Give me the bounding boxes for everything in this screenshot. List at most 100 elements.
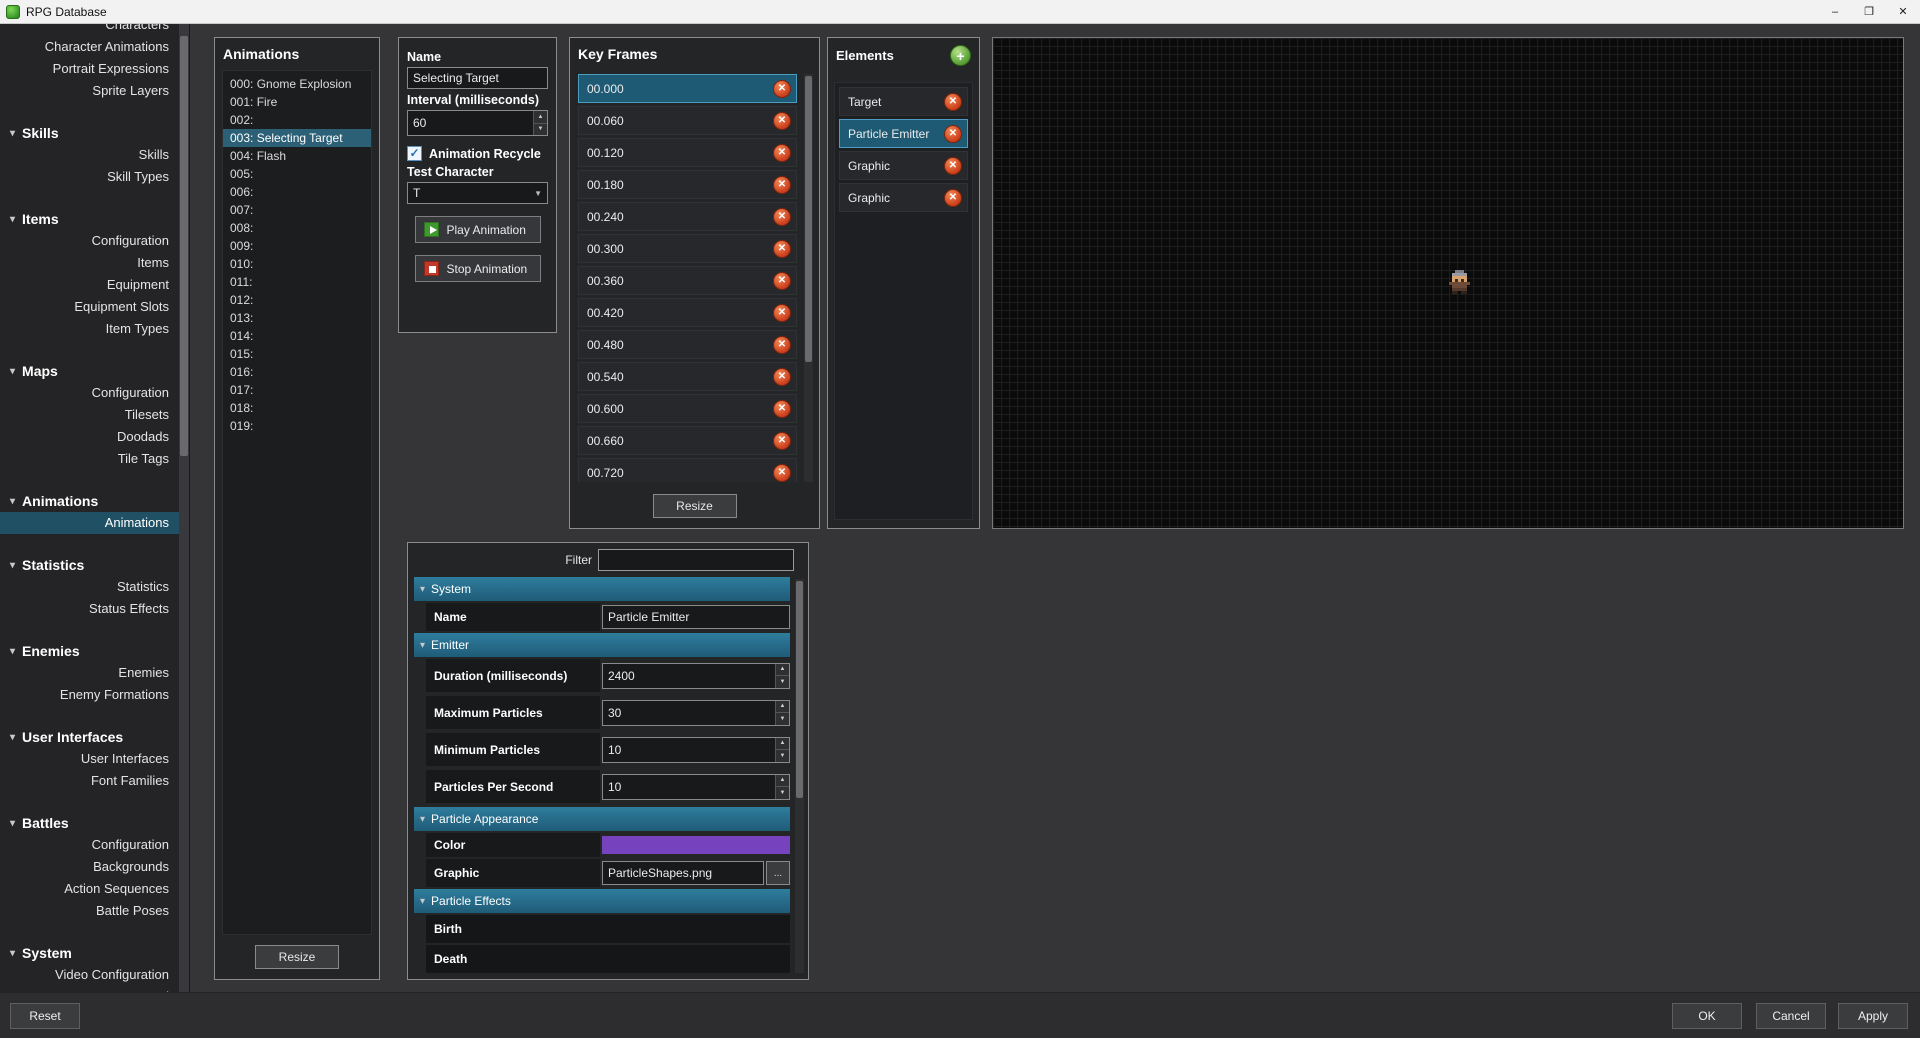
sidebar-item-font-families[interactable]: Font Families [0,770,189,792]
sidebar-item-doodads[interactable]: Doodads [0,426,189,448]
property-section-particle-effects[interactable]: ▾Particle Effects [414,889,790,913]
property-grid-scrollbar-thumb[interactable] [796,581,803,798]
property-group-death[interactable]: Death [426,945,790,973]
sidebar-section-battles[interactable]: ▾Battles [0,812,189,834]
character-sprite[interactable] [1449,270,1452,273]
sidebar-item-items[interactable]: Items [0,252,189,274]
spinner-arrows[interactable]: ▲▼ [775,664,789,688]
color-swatch[interactable] [602,836,790,854]
file-path-input[interactable] [602,861,764,885]
animation-list-item[interactable]: 005: [223,165,371,183]
element-row[interactable]: Graphic✕ [839,151,968,180]
animations-resize-button[interactable]: Resize [255,945,339,969]
spinner-input[interactable] [602,663,790,689]
animation-list-item[interactable]: 011: [223,273,371,291]
browse-button[interactable]: ... [766,861,790,885]
keyframe-row[interactable]: 00.060✕ [578,106,797,135]
spinner-input[interactable] [602,737,790,763]
animation-list-item[interactable]: 015: [223,345,371,363]
stop-animation-button[interactable]: Stop Animation [415,255,541,282]
sidebar-item-enemy-formations[interactable]: Enemy Formations [0,684,189,706]
sidebar-item-configuration[interactable]: Configuration [0,834,189,856]
sidebar-item-item-types[interactable]: Item Types [0,318,189,340]
keyframe-row[interactable]: 00.600✕ [578,394,797,423]
delete-keyframe-button[interactable]: ✕ [773,112,791,130]
sidebar-section-items[interactable]: ▾Items [0,208,189,230]
reset-button[interactable]: Reset [10,1003,80,1029]
property-text-input[interactable] [602,605,790,629]
delete-keyframe-button[interactable]: ✕ [773,208,791,226]
delete-keyframe-button[interactable]: ✕ [773,304,791,322]
animation-list-item[interactable]: 017: [223,381,371,399]
keyframe-row[interactable]: 00.420✕ [578,298,797,327]
sidebar-item-equipment-slots[interactable]: Equipment Slots [0,296,189,318]
spinner-up-icon[interactable]: ▲ [775,701,789,714]
keyframe-row[interactable]: 00.120✕ [578,138,797,167]
delete-keyframe-button[interactable]: ✕ [773,336,791,354]
element-row[interactable]: Particle Emitter✕ [839,119,968,148]
sidebar-item-skills[interactable]: Skills [0,144,189,166]
sidebar-section-enemies[interactable]: ▾Enemies [0,640,189,662]
spinner-arrows[interactable]: ▲▼ [775,738,789,762]
sidebar-item-configuration[interactable]: Configuration [0,382,189,404]
keyframe-row[interactable]: 00.540✕ [578,362,797,391]
sidebar-item-tile-tags[interactable]: Tile Tags [0,448,189,470]
spinner-down-icon[interactable]: ▼ [533,124,547,136]
spinner-up-icon[interactable]: ▲ [533,111,547,124]
spinner-down-icon[interactable]: ▼ [775,750,789,762]
key-frames-scrollbar-thumb[interactable] [805,76,812,362]
sidebar-section-system[interactable]: ▾System [0,942,189,964]
delete-keyframe-button[interactable]: ✕ [773,272,791,290]
sidebar-item-battle-poses[interactable]: Battle Poses [0,900,189,922]
key-frames-scrollbar[interactable] [804,74,813,482]
property-spinner[interactable]: ▲▼ [602,774,790,800]
animation-list-item[interactable]: 006: [223,183,371,201]
delete-keyframe-button[interactable]: ✕ [773,176,791,194]
animation-list-item[interactable]: 001: Fire [223,93,371,111]
property-spinner[interactable]: ▲▼ [602,737,790,763]
delete-keyframe-button[interactable]: ✕ [773,80,791,98]
animation-list-item[interactable]: 004: Flash [223,147,371,165]
sidebar-item-equipment[interactable]: Equipment [0,274,189,296]
sidebar-item-character-animations[interactable]: Character Animations [0,36,189,58]
interval-spinner-arrows[interactable]: ▲ ▼ [533,111,547,135]
sidebar-section-maps[interactable]: ▾Maps [0,360,189,382]
spinner-down-icon[interactable]: ▼ [775,676,789,688]
play-animation-button[interactable]: Play Animation [415,216,541,243]
delete-keyframe-button[interactable]: ✕ [773,464,791,482]
test-character-select[interactable]: T ▼ [407,182,548,204]
animation-recycle-row[interactable]: ✓ Animation Recycle [407,146,548,161]
keyframe-row[interactable]: 00.180✕ [578,170,797,199]
cancel-button[interactable]: Cancel [1756,1003,1826,1029]
animation-list-item[interactable]: 000: Gnome Explosion [223,75,371,93]
sidebar-section-skills[interactable]: ▾Skills [0,122,189,144]
keyframe-row[interactable]: 00.000✕ [578,74,797,103]
spinner-arrows[interactable]: ▲▼ [775,701,789,725]
delete-keyframe-button[interactable]: ✕ [773,432,791,450]
close-button[interactable]: ✕ [1886,0,1920,23]
animation-list-item[interactable]: 002: [223,111,371,129]
sidebar-item-action-sequences[interactable]: Action Sequences [0,878,189,900]
add-element-button[interactable]: + [950,45,971,66]
animation-list-item[interactable]: 016: [223,363,371,381]
sidebar-item-tilesets[interactable]: Tilesets [0,404,189,426]
animation-list-item[interactable]: 008: [223,219,371,237]
spinner-up-icon[interactable]: ▲ [775,775,789,788]
delete-element-button[interactable]: ✕ [944,157,962,175]
delete-keyframe-button[interactable]: ✕ [773,400,791,418]
animation-list-item[interactable]: 018: [223,399,371,417]
ok-button[interactable]: OK [1672,1003,1742,1029]
interval-spinner[interactable]: ▲ ▼ [407,110,548,136]
sidebar-item-portrait-expressions[interactable]: Portrait Expressions [0,58,189,80]
apply-button[interactable]: Apply [1838,1003,1908,1029]
delete-element-button[interactable]: ✕ [944,93,962,111]
sidebar-scrollbar[interactable] [179,24,189,992]
keyframe-row[interactable]: 00.240✕ [578,202,797,231]
sidebar-item-backgrounds[interactable]: Backgrounds [0,856,189,878]
sidebar-item-user-interfaces[interactable]: User Interfaces [0,748,189,770]
spinner-down-icon[interactable]: ▼ [775,787,789,799]
animation-list-item[interactable]: 007: [223,201,371,219]
sidebar-section-animations[interactable]: ▾Animations [0,490,189,512]
animation-list-item[interactable]: 019: [223,417,371,435]
property-section-system[interactable]: ▾System [414,577,790,601]
